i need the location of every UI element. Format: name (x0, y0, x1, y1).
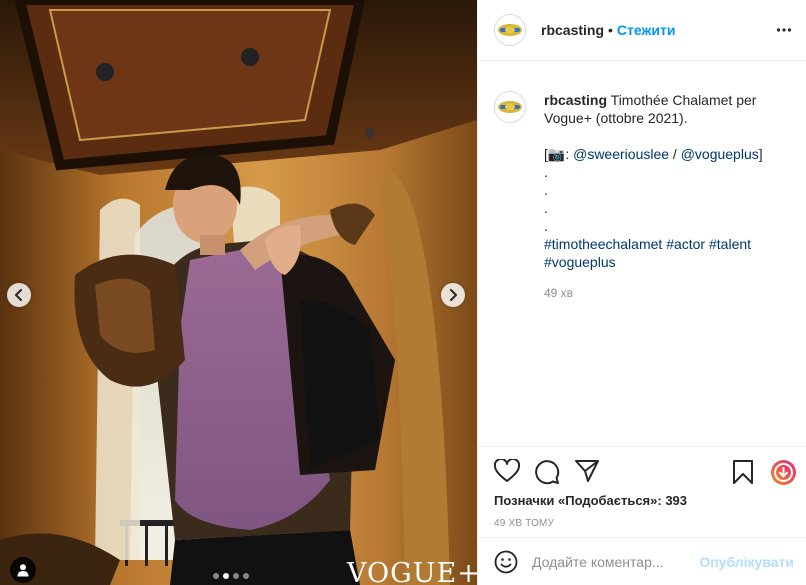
likes-count[interactable]: Позначки «Подобається»: 393 (494, 493, 687, 508)
post-caption: rbcasting Timothée Chalamet per Vogue+ (… (494, 91, 796, 302)
hashtag-link[interactable]: #timotheechalamet (544, 236, 662, 252)
carousel-dot-active (223, 573, 229, 579)
caption-text: Timothée Chalamet per (610, 92, 757, 108)
publish-button[interactable]: Опублікувати (699, 554, 794, 570)
caption-dot: . (544, 200, 548, 216)
save-button[interactable] (732, 459, 754, 488)
tagged-users-button[interactable] (10, 557, 36, 583)
carousel-dot (213, 573, 219, 579)
avatar[interactable] (494, 14, 526, 46)
carousel-dot (233, 573, 239, 579)
comment-bubble-icon (535, 460, 560, 485)
photo-scene (0, 0, 477, 585)
hashtags-line: #timotheechalamet #actor #talent (544, 235, 763, 253)
carousel-indicator (213, 573, 249, 579)
caption-body: rbcasting Timothée Chalamet per Vogue+ (… (544, 91, 763, 302)
share-button[interactable] (574, 459, 600, 486)
hashtag-link[interactable]: #talent (709, 236, 751, 252)
credit-separator: / (669, 146, 681, 162)
chevron-right-icon (450, 289, 457, 301)
emoji-icon (494, 550, 518, 574)
caption-avatar[interactable] (494, 91, 526, 123)
carousel-prev-button[interactable] (7, 283, 31, 307)
like-button[interactable] (493, 457, 521, 486)
mention-link[interactable]: @sweeriouslee (573, 146, 669, 162)
more-options-button[interactable] (776, 22, 792, 41)
credit-colon: : (565, 146, 574, 162)
follow-button[interactable]: Стежити (617, 22, 676, 38)
mention-link[interactable]: @vogueplus (681, 146, 759, 162)
brand-logo-icon (498, 101, 522, 113)
hashtag-link[interactable]: #actor (666, 236, 705, 252)
likes-number: 393 (665, 493, 688, 508)
caption-username[interactable]: rbcasting (544, 92, 607, 108)
post-header: rbcasting • Стежити (478, 0, 806, 61)
camera-icon: 📷 (547, 146, 566, 162)
comment-input[interactable] (532, 552, 702, 572)
emoji-button[interactable] (494, 550, 518, 577)
post-timestamp[interactable]: 49 хв тому (494, 518, 554, 529)
comment-button[interactable] (534, 459, 560, 488)
chevron-left-icon (15, 289, 22, 301)
reels-icon (771, 460, 796, 485)
post-sidebar: rbcasting • Стежити rbcasting Timothée C… (477, 0, 806, 585)
user-icon (17, 564, 29, 577)
caption-credit: [📷: @sweeriouslee / @vogueplus] (544, 145, 763, 163)
hashtag-link[interactable]: #vogueplus (544, 254, 616, 270)
carousel-dot (243, 573, 249, 579)
caption-dot: . (544, 218, 548, 234)
caption-dot: . (544, 164, 548, 180)
caption-text-line2: Vogue+ (ottobre 2021). (544, 110, 688, 126)
post-photo[interactable]: VOGUE+ (0, 0, 477, 585)
caption-dot: . (544, 182, 548, 198)
header-username[interactable]: rbcasting (541, 22, 604, 38)
action-icons (493, 457, 796, 488)
heart-icon (493, 457, 521, 482)
credit-bracket-close: ] (758, 146, 763, 162)
more-dots-icon (776, 28, 792, 32)
comment-form: Опублікувати (477, 537, 806, 585)
paper-plane-icon (575, 460, 599, 482)
header-separator: • (608, 22, 613, 38)
reels-button[interactable] (770, 459, 797, 489)
bookmark-icon (733, 460, 753, 484)
likes-label: Позначки «Подобається»: (494, 493, 666, 508)
brand-logo-icon (498, 24, 522, 36)
caption-time[interactable]: 49 хв (544, 284, 763, 302)
carousel-next-button[interactable] (441, 283, 465, 307)
photo-watermark: VOGUE+ (347, 558, 477, 585)
